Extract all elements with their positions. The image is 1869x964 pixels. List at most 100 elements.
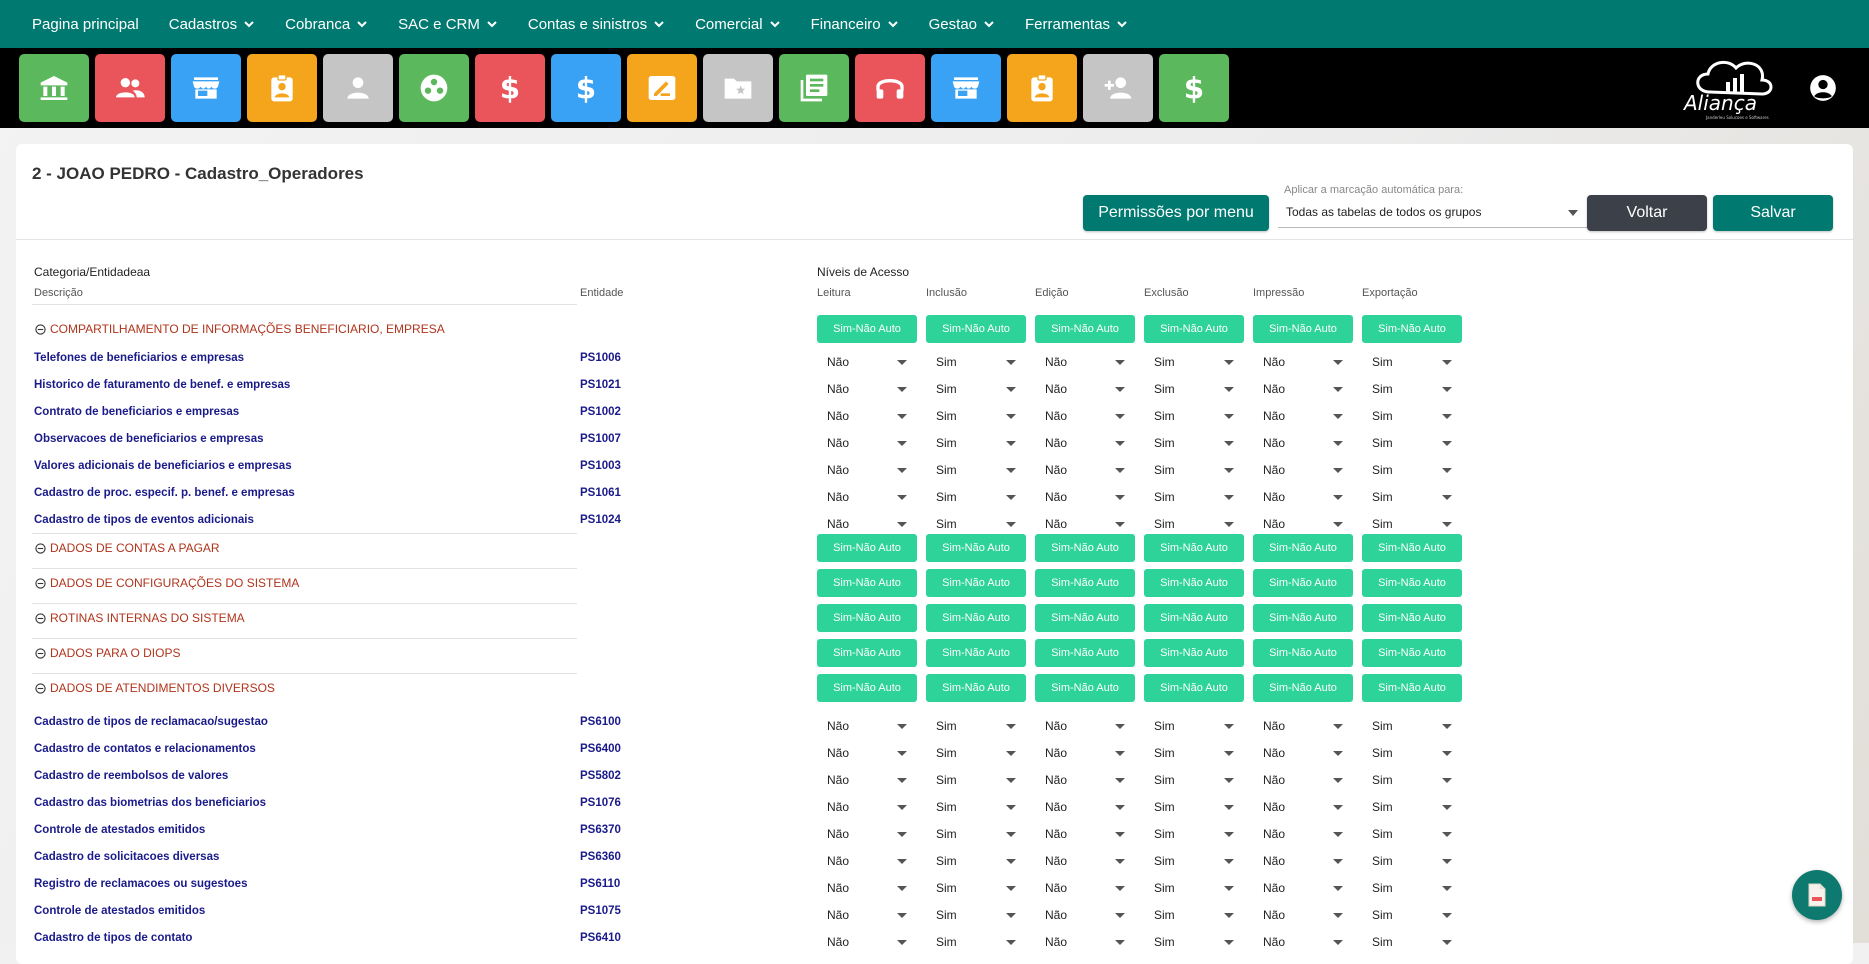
access-level-select[interactable]: Não xyxy=(1253,432,1349,454)
nav-item-ferramentas[interactable]: Ferramentas xyxy=(1025,16,1128,33)
access-level-select[interactable]: Não xyxy=(1035,715,1131,737)
category-row[interactable]: DADOS DE CONTAS A PAGAR xyxy=(35,541,220,555)
module-tile-1[interactable] xyxy=(19,54,89,122)
access-level-select[interactable]: Não xyxy=(817,351,913,373)
access-level-select[interactable]: Não xyxy=(817,877,913,899)
access-level-select[interactable]: Não xyxy=(1253,351,1349,373)
access-level-select[interactable]: Não xyxy=(1035,351,1131,373)
access-level-select[interactable]: Não xyxy=(1035,796,1131,818)
category-row[interactable]: DADOS PARA O DIOPS xyxy=(35,646,180,660)
access-level-select[interactable]: Sim xyxy=(1362,405,1458,427)
access-level-select[interactable]: Não xyxy=(1035,904,1131,926)
access-level-select[interactable]: Não xyxy=(1253,796,1349,818)
module-tile-6[interactable] xyxy=(399,54,469,122)
access-level-select[interactable]: Sim xyxy=(1144,796,1240,818)
auto-toggle-button[interactable]: Sim-Não Auto xyxy=(1253,315,1353,343)
access-level-select[interactable]: Não xyxy=(817,742,913,764)
access-level-select[interactable]: Sim xyxy=(1362,877,1458,899)
report-fab-button[interactable] xyxy=(1792,870,1842,920)
auto-toggle-button[interactable]: Sim-Não Auto xyxy=(817,569,917,597)
access-level-select[interactable]: Não xyxy=(817,796,913,818)
access-level-select[interactable]: Não xyxy=(1035,378,1131,400)
access-level-select[interactable]: Não xyxy=(1253,378,1349,400)
access-level-select[interactable]: Sim xyxy=(926,769,1022,791)
auto-toggle-button[interactable]: Sim-Não Auto xyxy=(1362,604,1462,632)
auto-toggle-button[interactable]: Sim-Não Auto xyxy=(926,674,1026,702)
auto-toggle-button[interactable]: Sim-Não Auto xyxy=(1253,534,1353,562)
auto-toggle-button[interactable]: Sim-Não Auto xyxy=(1144,315,1244,343)
auto-toggle-button[interactable]: Sim-Não Auto xyxy=(1362,639,1462,667)
module-tile-7[interactable]: $ xyxy=(475,54,545,122)
auto-toggle-button[interactable]: Sim-Não Auto xyxy=(1253,569,1353,597)
access-level-select[interactable]: Não xyxy=(817,850,913,872)
access-level-select[interactable]: Sim xyxy=(926,432,1022,454)
access-level-select[interactable]: Sim xyxy=(1144,931,1240,953)
access-level-select[interactable]: Sim xyxy=(1144,877,1240,899)
access-level-select[interactable]: Sim xyxy=(926,796,1022,818)
collapse-minus-icon[interactable] xyxy=(35,647,46,659)
access-level-select[interactable]: Não xyxy=(1253,769,1349,791)
access-level-select[interactable]: Não xyxy=(1035,742,1131,764)
nav-item-gestao[interactable]: Gestao xyxy=(929,16,995,33)
access-level-select[interactable]: Sim xyxy=(926,405,1022,427)
access-level-select[interactable]: Não xyxy=(1035,405,1131,427)
access-level-select[interactable]: Não xyxy=(1035,850,1131,872)
module-tile-14[interactable] xyxy=(1007,54,1077,122)
auto-toggle-button[interactable]: Sim-Não Auto xyxy=(1035,639,1135,667)
access-level-select[interactable]: Não xyxy=(817,931,913,953)
access-level-select[interactable]: Sim xyxy=(1362,769,1458,791)
access-level-select[interactable]: Sim xyxy=(1144,486,1240,508)
account-circle-icon[interactable] xyxy=(1809,74,1837,102)
access-level-select[interactable]: Sim xyxy=(926,877,1022,899)
auto-toggle-button[interactable]: Sim-Não Auto xyxy=(1144,604,1244,632)
auto-toggle-button[interactable]: Sim-Não Auto xyxy=(1362,315,1462,343)
access-level-select[interactable]: Sim xyxy=(1144,378,1240,400)
access-level-select[interactable]: Sim xyxy=(926,850,1022,872)
access-level-select[interactable]: Sim xyxy=(1362,378,1458,400)
access-level-select[interactable]: Não xyxy=(1035,877,1131,899)
access-level-select[interactable]: Não xyxy=(817,769,913,791)
access-level-select[interactable]: Não xyxy=(817,823,913,845)
access-level-select[interactable]: Sim xyxy=(1144,904,1240,926)
access-level-select[interactable]: Sim xyxy=(1144,351,1240,373)
access-level-select[interactable]: Sim xyxy=(926,823,1022,845)
collapse-minus-icon[interactable] xyxy=(35,682,46,694)
access-level-select[interactable]: Não xyxy=(1035,769,1131,791)
auto-toggle-button[interactable]: Sim-Não Auto xyxy=(1035,604,1135,632)
access-level-select[interactable]: Não xyxy=(1035,432,1131,454)
save-button[interactable]: Salvar xyxy=(1713,195,1833,231)
auto-toggle-button[interactable]: Sim-Não Auto xyxy=(1144,639,1244,667)
access-level-select[interactable]: Sim xyxy=(1362,742,1458,764)
access-level-select[interactable]: Não xyxy=(1035,823,1131,845)
access-level-select[interactable]: Não xyxy=(1253,904,1349,926)
auto-toggle-button[interactable]: Sim-Não Auto xyxy=(1253,639,1353,667)
access-level-select[interactable]: Sim xyxy=(926,486,1022,508)
auto-toggle-button[interactable]: Sim-Não Auto xyxy=(1362,674,1462,702)
access-level-select[interactable]: Sim xyxy=(1362,796,1458,818)
auto-toggle-button[interactable]: Sim-Não Auto xyxy=(1035,315,1135,343)
access-level-select[interactable]: Sim xyxy=(1362,931,1458,953)
auto-toggle-button[interactable]: Sim-Não Auto xyxy=(1362,569,1462,597)
access-level-select[interactable]: Não xyxy=(1035,486,1131,508)
auto-toggle-button[interactable]: Sim-Não Auto xyxy=(817,534,917,562)
access-level-select[interactable]: Sim xyxy=(1144,513,1240,535)
module-tile-12[interactable] xyxy=(855,54,925,122)
access-level-select[interactable]: Sim xyxy=(1144,405,1240,427)
access-level-select[interactable]: Sim xyxy=(1144,850,1240,872)
auto-toggle-button[interactable]: Sim-Não Auto xyxy=(926,639,1026,667)
access-level-select[interactable]: Não xyxy=(817,432,913,454)
permissions-by-menu-button[interactable]: Permissões por menu xyxy=(1083,195,1269,231)
access-level-select[interactable]: Sim xyxy=(926,459,1022,481)
module-tile-4[interactable] xyxy=(247,54,317,122)
auto-toggle-button[interactable]: Sim-Não Auto xyxy=(1362,534,1462,562)
access-level-select[interactable]: Sim xyxy=(1362,351,1458,373)
category-row[interactable]: DADOS DE CONFIGURAÇÕES DO SISTEMA xyxy=(35,576,299,590)
access-level-select[interactable]: Não xyxy=(1253,486,1349,508)
nav-item-pagina-principal[interactable]: Pagina principal xyxy=(32,16,139,33)
module-tile-9[interactable] xyxy=(627,54,697,122)
access-level-select[interactable]: Sim xyxy=(926,378,1022,400)
access-level-select[interactable]: Não xyxy=(1253,850,1349,872)
access-level-select[interactable]: Sim xyxy=(1362,850,1458,872)
auto-toggle-button[interactable]: Sim-Não Auto xyxy=(926,534,1026,562)
category-row[interactable]: COMPARTILHAMENTO DE INFORMAÇÕES BENEFICI… xyxy=(35,322,445,336)
